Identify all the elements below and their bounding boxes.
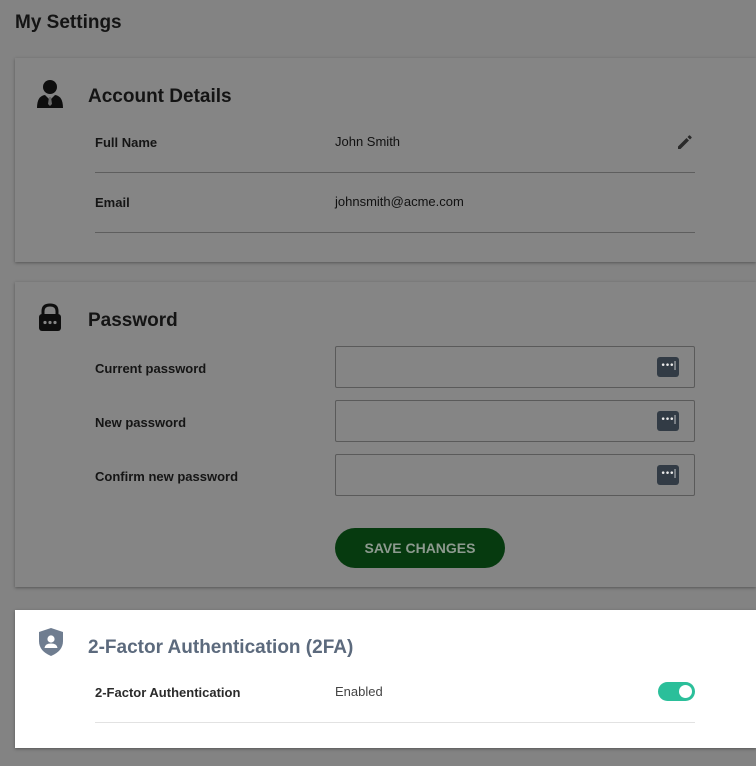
email-value: johnsmith@acme.com: [335, 194, 464, 209]
password-card: Password Current password •••| New passw…: [15, 282, 756, 587]
two-factor-status: Enabled: [335, 684, 383, 699]
toggle-knob: [679, 685, 692, 698]
new-password-label: New password: [95, 415, 187, 430]
password-reveal-icon[interactable]: •••|: [657, 411, 679, 431]
full-name-value: John Smith: [335, 134, 401, 149]
lock-icon: [35, 302, 65, 332]
pencil-icon[interactable]: [675, 132, 695, 152]
divider: [95, 232, 695, 233]
current-password-input[interactable]: [336, 347, 646, 387]
two-factor-title: 2-Factor Authentication (2FA): [88, 637, 354, 658]
save-changes-button[interactable]: SAVE CHANGES: [335, 528, 505, 568]
two-factor-label: 2-Factor Authentication: [95, 685, 241, 700]
current-password-field: •••|: [335, 346, 695, 388]
password-reveal-icon[interactable]: •••|: [657, 465, 679, 485]
two-factor-toggle[interactable]: [658, 682, 695, 701]
account-details-title: Account Details: [88, 86, 232, 107]
user-icon: [35, 78, 65, 108]
new-password-field: •••|: [335, 400, 695, 442]
shield-user-icon: [37, 627, 67, 657]
new-password-input[interactable]: [336, 401, 646, 441]
two-factor-card: 2-Factor Authentication (2FA) 2-Factor A…: [15, 610, 756, 748]
confirm-password-input[interactable]: [336, 455, 646, 495]
full-name-label: Full Name: [95, 135, 158, 150]
email-label: Email: [95, 195, 130, 210]
divider: [95, 172, 695, 173]
confirm-password-label: Confirm new password: [95, 469, 239, 484]
confirm-password-field: •••|: [335, 454, 695, 496]
password-reveal-icon[interactable]: •••|: [657, 357, 679, 377]
divider: [95, 722, 695, 723]
account-details-card: Account Details Full Name John Smith Ema…: [15, 58, 756, 262]
current-password-label: Current password: [95, 361, 207, 376]
page-title: My Settings: [15, 12, 122, 33]
password-title: Password: [88, 310, 178, 331]
